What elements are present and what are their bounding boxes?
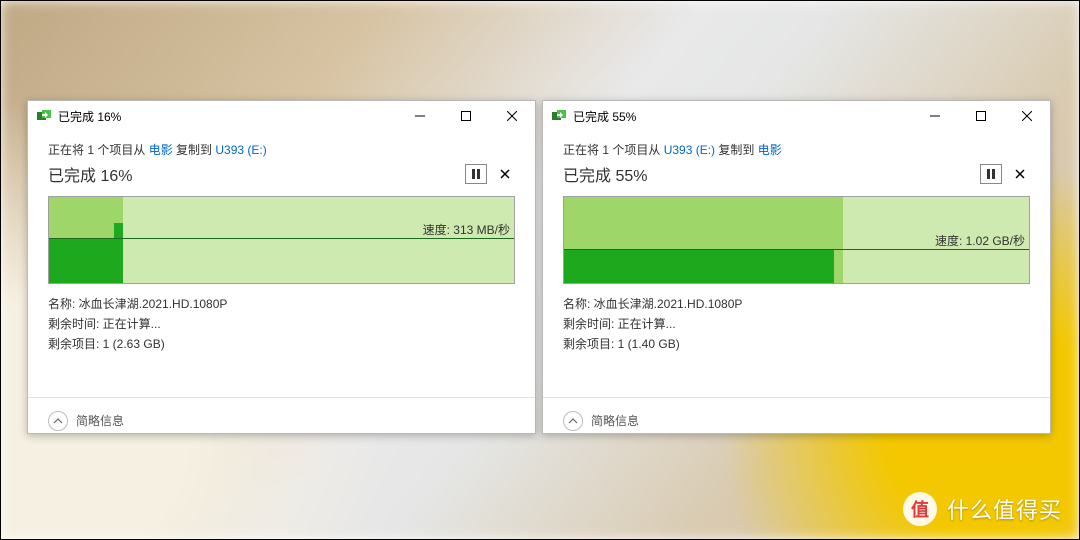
pause-button[interactable] [980,164,1002,184]
file-name: 冰血长津湖.2021.HD.1080P [79,297,228,311]
titlebar[interactable]: 已完成 55% [543,101,1050,131]
watermark-text: 什么值得买 [947,493,1062,525]
minimize-button[interactable] [397,101,443,131]
copy-description: 正在将 1 个项目从 电影 复制到 U393 (E:) [48,141,515,158]
time-remaining: 正在计算... [618,317,676,331]
speed-chart: 速度: 1.02 GB/秒 [563,196,1030,284]
copy-dialog-2: 已完成 55% 正在将 1 个项目从 U393 (E:) 复制到 电影 已完成 … [542,100,1051,434]
source-link[interactable]: U393 (E:) [664,143,715,157]
items-remaining: 1 (2.63 GB) [103,337,165,351]
maximize-button[interactable] [958,101,1004,131]
destination-link[interactable]: U393 (E:) [215,143,266,157]
pause-button[interactable] [465,164,487,184]
close-button[interactable] [489,101,535,131]
chevron-up-icon [48,411,68,431]
copy-progress-icon [36,108,52,124]
time-remaining: 正在计算... [103,317,161,331]
watermark-logo-icon: 值 [903,492,937,526]
file-name: 冰血长津湖.2021.HD.1080P [594,297,743,311]
minimize-button[interactable] [912,101,958,131]
cancel-button[interactable] [495,165,515,183]
window-title: 已完成 16% [58,108,121,125]
source-link[interactable]: 电影 [149,143,173,157]
copy-dialog-1: 已完成 16% 正在将 1 个项目从 电影 复制到 U393 (E:) 已完成 … [27,100,536,434]
speed-label: 速度: 1.02 GB/秒 [935,232,1025,249]
close-button[interactable] [1004,101,1050,131]
fewer-details-toggle[interactable]: 简略信息 [543,397,1050,433]
destination-link[interactable]: 电影 [758,143,782,157]
fewer-details-toggle[interactable]: 简略信息 [28,397,535,433]
window-title: 已完成 55% [573,108,636,125]
titlebar[interactable]: 已完成 16% [28,101,535,131]
items-remaining: 1 (1.40 GB) [618,337,680,351]
cancel-button[interactable] [1010,165,1030,183]
maximize-button[interactable] [443,101,489,131]
copy-progress-icon [551,108,567,124]
chevron-up-icon [563,411,583,431]
speed-label: 速度: 313 MB/秒 [423,221,510,238]
copy-description: 正在将 1 个项目从 U393 (E:) 复制到 电影 [563,141,1030,158]
speed-chart: 速度: 313 MB/秒 [48,196,515,284]
watermark: 值 什么值得买 [903,492,1062,526]
progress-title: 已完成 16% [48,162,457,186]
progress-title: 已完成 55% [563,162,972,186]
details: 名称: 冰血长津湖.2021.HD.1080P 剩余时间: 正在计算... 剩余… [563,294,1030,354]
details: 名称: 冰血长津湖.2021.HD.1080P 剩余时间: 正在计算... 剩余… [48,294,515,354]
